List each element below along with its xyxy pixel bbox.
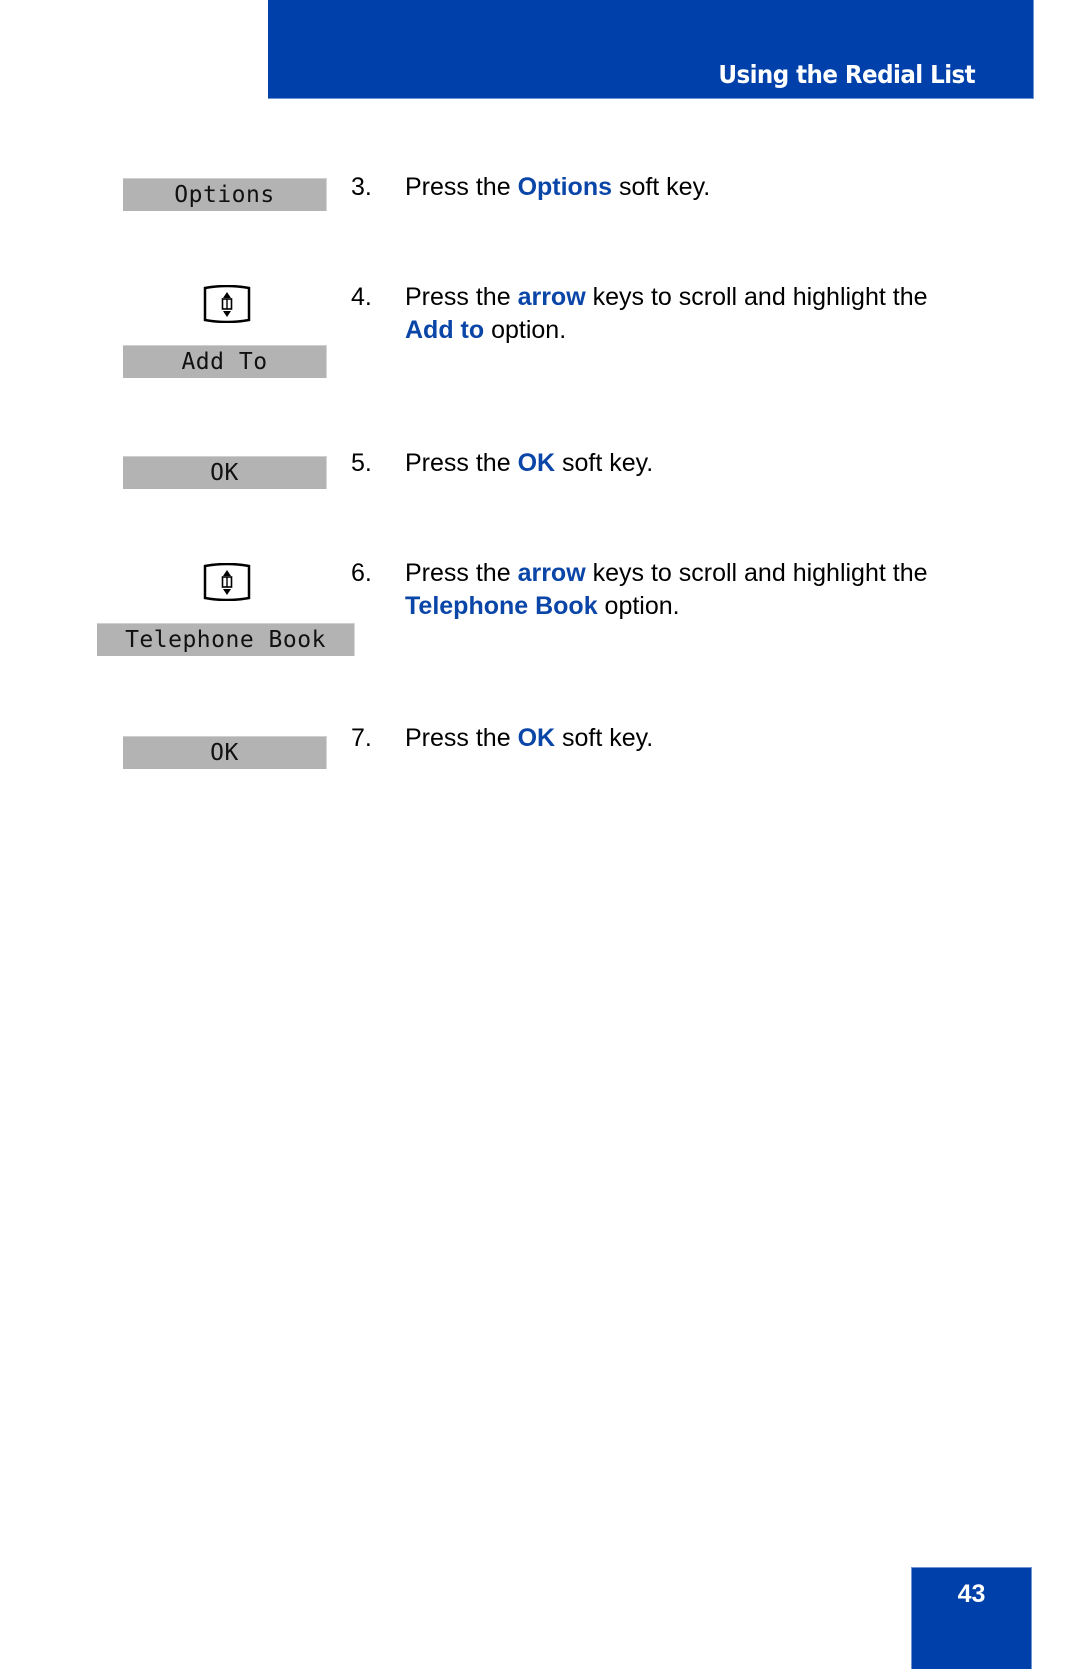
step-text: Press the OK soft key.	[405, 724, 654, 752]
highlight-ok: OK	[517, 449, 556, 477]
highlight-add-to: Add to	[405, 316, 485, 344]
step-number: 5.	[351, 449, 372, 477]
highlight-options: Options	[517, 173, 612, 201]
navigation-arrow-keys-icon	[203, 563, 251, 601]
page-number-box: 43	[911, 1567, 1032, 1669]
step-text: Press the arrow keys to scroll and highl…	[405, 283, 928, 344]
softkey-add-to[interactable]: Add To	[123, 345, 327, 378]
softkey-ok[interactable]: OK	[123, 736, 327, 769]
step-number: 3.	[351, 173, 372, 201]
step-number: 6.	[351, 559, 372, 587]
softkey-telephone-book[interactable]: Telephone Book	[97, 623, 355, 656]
highlight-arrow: arrow	[517, 559, 586, 587]
highlight-arrow: arrow	[517, 283, 586, 311]
softkey-ok[interactable]: OK	[123, 456, 327, 489]
page-number: 43	[957, 1580, 986, 1608]
navigation-arrow-keys-icon	[203, 285, 251, 323]
step-text: Press the arrow keys to scroll and highl…	[405, 559, 928, 620]
step-text: Press the Options soft key.	[405, 173, 711, 201]
step-number: 7.	[351, 724, 372, 752]
softkey-options[interactable]: Options	[123, 178, 327, 211]
header-band: Using the Redial List	[268, 0, 1034, 99]
section-title: Using the Redial List	[718, 60, 975, 89]
step-text: Press the OK soft key.	[405, 449, 654, 477]
highlight-telephone-book: Telephone Book	[405, 592, 598, 620]
step-number: 4.	[351, 283, 372, 311]
highlight-ok: OK	[517, 724, 556, 752]
